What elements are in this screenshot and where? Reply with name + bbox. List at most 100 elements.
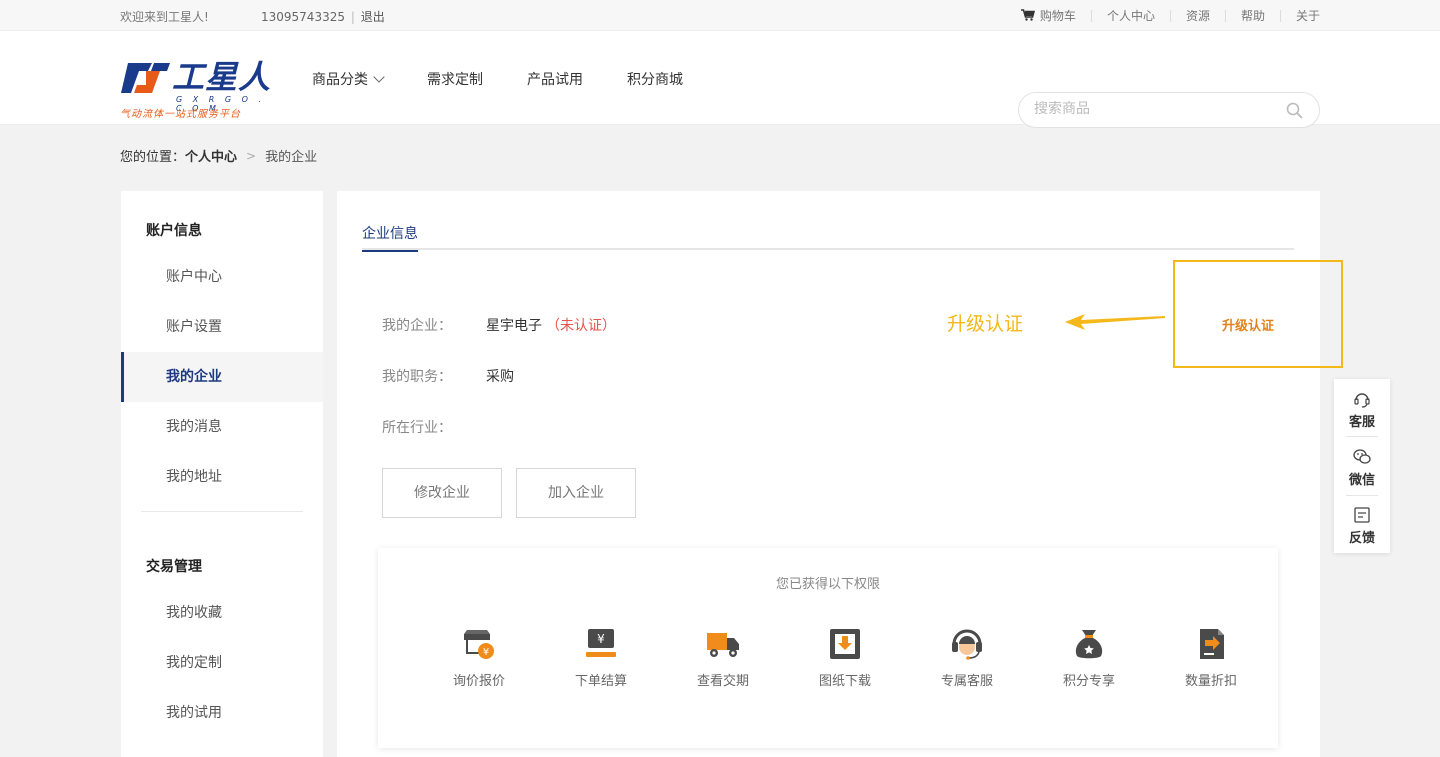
divider [1224,9,1226,22]
headset-icon [1354,393,1370,408]
sidebar-item-account-center[interactable]: 账户中心 [121,252,323,302]
permissions-title: 您已获得以下权限 [775,577,880,592]
breadcrumb-prefix: 您的位置： [120,150,186,165]
user-phone: 13095743325 | 退出 [261,8,385,25]
company-label: 我的企业： [382,318,452,334]
nav-categories[interactable]: 商品分类 [312,69,385,89]
divider [1090,9,1092,22]
svg-text:¥: ¥ [597,632,605,646]
breadcrumb-current: 我的企业 [265,150,318,165]
about-link[interactable]: 关于 [1296,7,1320,24]
nav-points-mall[interactable]: 积分商城 [627,69,683,89]
floating-toolbar: 客服 微信 反馈 [1334,379,1390,553]
breadcrumb: 您的位置： 个人中心 > 我的企业 [120,146,318,166]
divider [1169,9,1171,22]
sidebar-item-account-settings[interactable]: 账户设置 [121,302,323,352]
divider [1346,436,1378,437]
permission-item: 图纸下载 [784,626,906,689]
permission-label: 积分专享 [1062,674,1115,689]
logo-slogan: 气动流体一站式服务平台 [120,109,241,120]
yen-checkout-icon: ¥ [586,629,616,657]
divider [1346,495,1378,496]
download-box-icon [830,629,860,659]
help-link[interactable]: 帮助 [1241,7,1265,24]
position-label: 我的职务： [382,369,452,385]
permission-item: 积分专享 [1028,626,1150,689]
search-input[interactable] [1034,101,1264,117]
permission-label: 数量折扣 [1184,674,1237,689]
chevron-down-icon [373,70,385,83]
permission-item: 查看交期 [662,626,784,689]
position-value: 采购 [486,369,514,385]
divider [1279,9,1281,22]
float-service-button[interactable]: 客服 [1334,389,1390,430]
permissions-panel: 您已获得以下权限 ¥ 询价报价 ¥ 下单结算 查看交期 图纸下载 专属客服 积分… [378,548,1278,748]
annotation-label: 升级认证 [947,313,1024,335]
document-arrow-icon [1200,629,1224,659]
float-service-label: 客服 [1348,415,1375,430]
permission-item: 数量折扣 [1150,626,1272,689]
permissions-list: ¥ 询价报价 ¥ 下单结算 查看交期 图纸下载 专属客服 积分专享 数量折扣 [418,626,1272,689]
status-badge: （未认证） [546,318,616,334]
welcome-text: 欢迎来到工星人! [120,10,209,24]
float-wechat-button[interactable]: 微信 [1334,447,1390,488]
sidebar-item-my-address[interactable]: 我的地址 [121,452,323,502]
permission-label: 查看交期 [696,674,749,689]
company-name: 星宇电子 [486,318,542,334]
logo-mark-icon [121,63,170,93]
sidebar-item-my-messages[interactable]: 我的消息 [121,402,323,452]
sidebar: 账户信息 账户中心 账户设置 我的企业 我的消息 我的地址 交易管理 我的收藏 … [121,191,323,757]
industry-row: 所在行业： [382,417,486,437]
permission-label: 图纸下载 [818,674,871,689]
breadcrumb-parent[interactable]: 个人中心 [185,146,237,165]
cart-label: 购物车 [1039,9,1076,23]
sidebar-item-custom[interactable]: 我的定制 [121,638,323,688]
tab-bar: 企业信息 [362,223,1294,252]
position-row: 我的职务： 采购 [382,366,514,386]
permission-label: 询价报价 [452,674,505,689]
industry-label: 所在行业： [382,420,452,436]
nav-categories-label: 商品分类 [312,72,368,88]
upgrade-verify-button[interactable]: 升级认证 [1175,315,1321,334]
nav-custom[interactable]: 需求定制 [427,69,483,89]
headset-agent-icon [952,629,982,660]
sidebar-group-account: 账户信息 [146,223,202,239]
join-company-button[interactable]: 加入企业 [516,468,636,518]
float-feedback-button[interactable]: 反馈 [1334,505,1390,546]
resources-link[interactable]: 资源 [1186,7,1210,24]
search-icon[interactable] [1286,102,1303,119]
main-nav: 商品分类 需求定制 产品试用 积分商城 [312,69,727,89]
main-panel: 企业信息 我的企业： 星宇电子 （未认证） 我的职务： 采购 所在行业： 修改企业 加… [337,191,1343,757]
search-box [1018,92,1320,128]
annotation-highlight: 升级认证 [1173,260,1343,368]
divider: | [350,10,355,24]
svg-text:¥: ¥ [483,647,489,658]
user-center-link[interactable]: 个人中心 [1107,7,1155,24]
storefront-yen-icon: ¥ [464,630,494,659]
permission-item: ¥ 询价报价 [418,626,540,689]
sidebar-item-favorites[interactable]: 我的收藏 [121,588,323,638]
cart-icon [1020,9,1035,21]
logo-brand: 工星人 [172,58,272,96]
annotation-arrow-icon [1065,314,1165,330]
float-wechat-label: 微信 [1348,473,1375,488]
permission-item: ¥ 下单结算 [540,626,662,689]
logout-link[interactable]: 退出 [361,10,385,24]
site-logo[interactable]: 工星人 G X R G O . C O M 气动流体一站式服务平台 [120,57,272,120]
sidebar-group-trade: 交易管理 [146,559,202,575]
company-row: 我的企业： 星宇电子 （未认证） [382,315,616,335]
edit-company-button[interactable]: 修改企业 [382,468,502,518]
sidebar-item-trial[interactable]: 我的试用 [121,688,323,738]
sidebar-divider [141,511,303,512]
truck-icon [707,633,739,657]
tab-company-info[interactable]: 企业信息 [362,223,418,252]
sidebar-item-my-company[interactable]: 我的企业 [121,352,323,402]
site-header: 工星人 G X R G O . C O M 气动流体一站式服务平台 商品分类 需… [0,31,1440,128]
phone-number: 13095743325 [261,10,345,24]
permission-item: 专属客服 [906,626,1028,689]
nav-trial[interactable]: 产品试用 [527,69,583,89]
money-bag-icon [1075,630,1103,659]
float-feedback-label: 反馈 [1348,531,1375,546]
permission-label: 下单结算 [574,674,627,689]
cart-link[interactable]: 购物车 [1020,7,1076,24]
